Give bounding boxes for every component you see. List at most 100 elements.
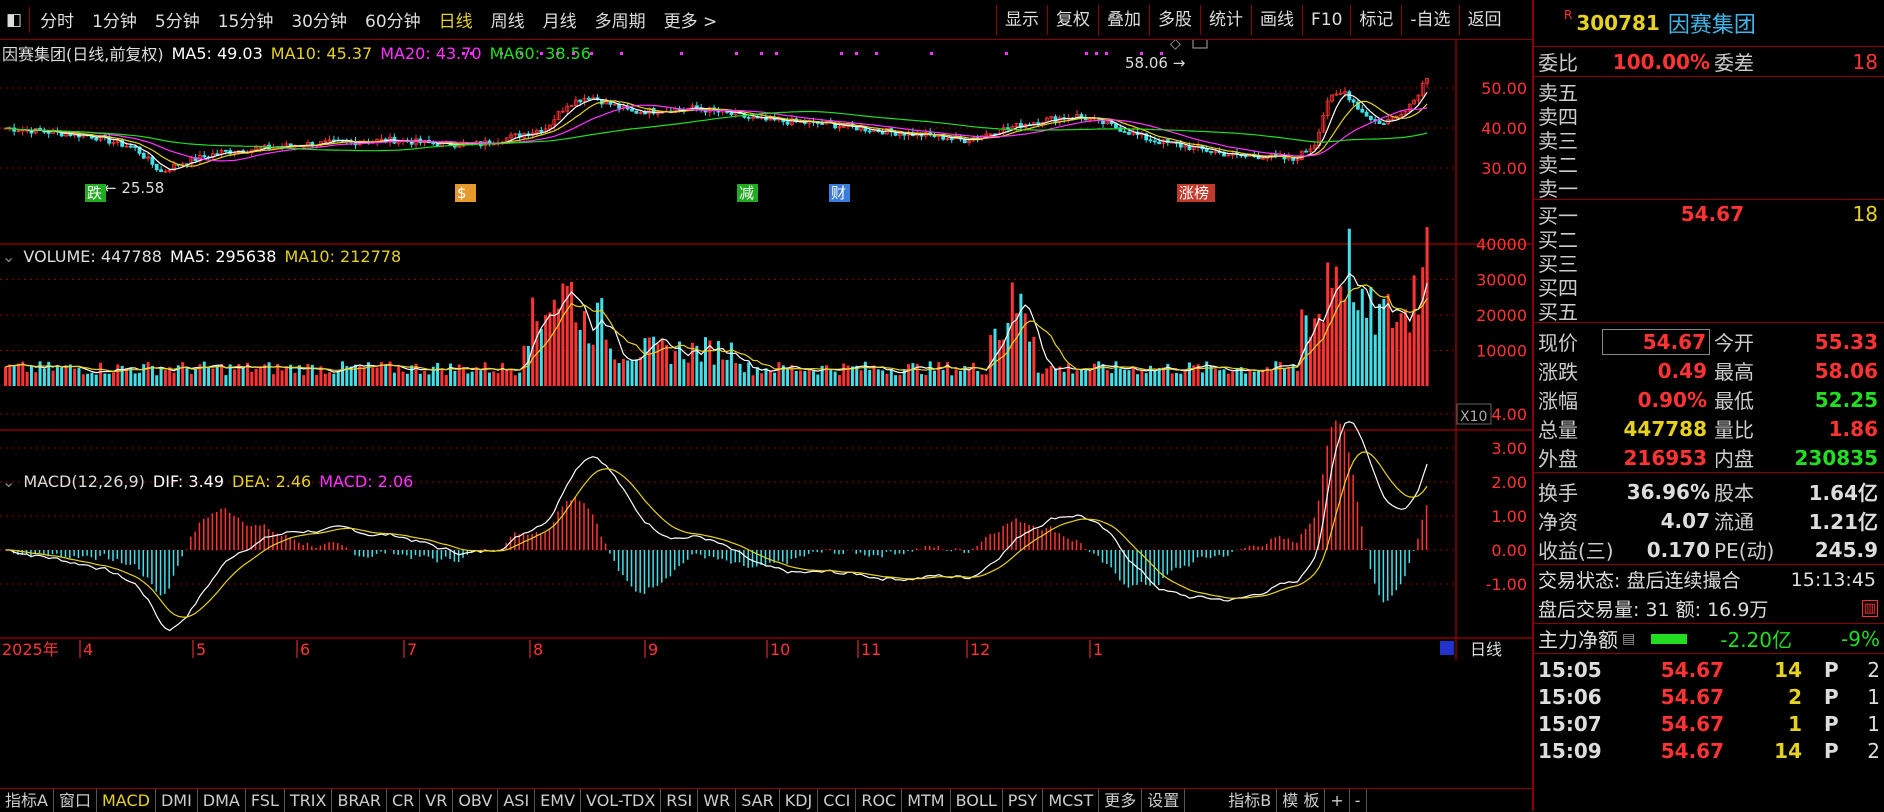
collapse-icon[interactable]: ⌄ xyxy=(2,247,15,266)
sells-row[interactable]: 卖三 xyxy=(1534,127,1884,153)
sells-row[interactable]: 卖五 xyxy=(1534,79,1884,105)
volume-tick: 10000 xyxy=(1476,342,1527,361)
chart-icon[interactable]: ▥ xyxy=(1861,600,1878,617)
volume-bar xyxy=(1075,370,1079,386)
indicator-tab-28[interactable]: + xyxy=(1325,788,1350,812)
period-tab-7[interactable]: 周线 xyxy=(482,7,534,32)
volume-bar xyxy=(133,373,137,386)
indicator-tab-4[interactable]: DMA xyxy=(198,788,246,812)
indicator-tab-19[interactable]: ROC xyxy=(856,788,903,812)
period-tab-8[interactable]: 月线 xyxy=(534,7,586,32)
toolbar-button-0[interactable]: 显示 xyxy=(996,5,1047,35)
indicator-tab-16[interactable]: SAR xyxy=(736,788,780,812)
menu-icon[interactable]: ◧ xyxy=(0,10,28,30)
indicator-tab-13[interactable]: VOL-TDX xyxy=(581,788,662,812)
indicator-tab-3[interactable]: DMI xyxy=(156,788,198,812)
volume-bar xyxy=(812,371,816,386)
toolbar-button-5[interactable]: 画线 xyxy=(1251,5,1302,35)
period-tab-4[interactable]: 30分钟 xyxy=(282,7,356,32)
indicator-tab-5[interactable]: FSL xyxy=(246,788,285,812)
period-tab-2[interactable]: 5分钟 xyxy=(146,7,209,32)
toolbar-button-6[interactable]: F10 xyxy=(1302,5,1350,35)
stat-label: 涨幅 xyxy=(1538,389,1578,413)
stat2-row: 换手 36.96% 股本 1.64亿 xyxy=(1534,477,1884,506)
indicator-tab-17[interactable]: KDJ xyxy=(780,788,819,812)
volume-bar xyxy=(1157,367,1161,386)
volume-bar xyxy=(1304,315,1308,386)
indicator-tab-9[interactable]: VR xyxy=(420,788,454,812)
volume-bar xyxy=(829,369,833,386)
volume-bar xyxy=(548,312,552,386)
period-tab-9[interactable]: 多周期 xyxy=(586,7,655,32)
toolbar-button-7[interactable]: 标记 xyxy=(1350,5,1401,35)
stat-label: PE(动) xyxy=(1714,539,1775,563)
stat-value: 0.90% xyxy=(1637,387,1707,412)
indicator-tab-25[interactable]: 设置 xyxy=(1142,788,1186,812)
volume-bar xyxy=(920,374,924,386)
chart-area[interactable]: 50.0040.0030.00400003000020000100004.003… xyxy=(0,40,1532,788)
volume-bar xyxy=(68,364,72,386)
stat-value: 230835 xyxy=(1794,445,1879,470)
macd-tick: 2.00 xyxy=(1491,473,1527,492)
indicator-tab-24[interactable]: 更多 xyxy=(1099,788,1143,812)
stat-label: 换手 xyxy=(1538,481,1578,505)
indicator-tab-14[interactable]: RSI xyxy=(661,788,699,812)
indicator-tab-26[interactable]: 指标B xyxy=(1223,788,1278,812)
volume-bar xyxy=(1356,310,1360,386)
toolbar-button-8[interactable]: -自选 xyxy=(1401,5,1458,35)
period-tab-0[interactable]: 分时 xyxy=(31,7,83,32)
indicator-tab-0[interactable]: 指标A xyxy=(0,788,54,812)
indicator-tab-10[interactable]: OBV xyxy=(453,788,499,812)
indicator-tab-6[interactable]: TRIX xyxy=(285,788,333,812)
candle-body xyxy=(223,149,228,152)
indicator-tab-11[interactable]: ASI xyxy=(498,788,536,812)
buys-row[interactable]: 买四 xyxy=(1534,274,1884,300)
toolbar-button-1[interactable]: 复权 xyxy=(1047,5,1098,35)
indicator-tab-22[interactable]: PSY xyxy=(1003,788,1044,812)
toolbar-button-9[interactable]: 返回 xyxy=(1458,5,1510,35)
sells-row[interactable]: 卖二 xyxy=(1534,151,1884,177)
stat-label: 总量 xyxy=(1538,418,1578,442)
indicator-tab-20[interactable]: MTM xyxy=(902,788,951,812)
indicator-tab-12[interactable]: EMV xyxy=(535,788,582,812)
sell-orders: 卖五 卖四 卖三 卖二 卖一 xyxy=(1534,77,1884,201)
indicator-tab-23[interactable]: MCST xyxy=(1043,788,1100,812)
indicator-tab-29[interactable]: - xyxy=(1350,788,1367,812)
period-tab-10[interactable]: 更多 > xyxy=(655,7,727,32)
period-tab-5[interactable]: 60分钟 xyxy=(356,7,430,32)
indicator-tab-8[interactable]: CR xyxy=(387,788,421,812)
buys-row[interactable]: 买五 xyxy=(1534,298,1884,324)
indicator-tab-7[interactable]: BRAR xyxy=(332,788,387,812)
period-tab-6[interactable]: 日线 xyxy=(430,7,482,32)
sells-row[interactable]: 卖一 xyxy=(1534,175,1884,201)
indicator-tab-18[interactable]: CCI xyxy=(818,788,857,812)
buys-row[interactable]: 买一 54.67 18 xyxy=(1534,202,1884,228)
toolbar-button-2[interactable]: 叠加 xyxy=(1098,5,1149,35)
volume-bar xyxy=(1213,368,1217,386)
sells-row[interactable]: 卖四 xyxy=(1534,103,1884,129)
volume-bar xyxy=(73,368,77,386)
volume-bar xyxy=(876,369,880,386)
buys-row[interactable]: 买二 xyxy=(1534,226,1884,252)
candle-body xyxy=(1204,148,1209,152)
period-tab-3[interactable]: 15分钟 xyxy=(209,7,283,32)
indicator-tab-27[interactable]: 模 板 xyxy=(1277,788,1326,812)
indicator-tab-21[interactable]: BOLL xyxy=(951,788,1003,812)
collapse-icon[interactable]: ⌄ xyxy=(2,472,15,491)
volume-bar xyxy=(328,372,332,386)
volume-bar xyxy=(539,328,543,386)
toolbar-button-4[interactable]: 统计 xyxy=(1200,5,1251,35)
menu-icon[interactable]: ▤ xyxy=(1622,631,1635,647)
indicator-tab-15[interactable]: WR xyxy=(698,788,737,812)
volume-bar xyxy=(99,362,103,386)
volume-bar xyxy=(1365,317,1369,386)
buys-row[interactable]: 买三 xyxy=(1534,250,1884,276)
indicator-tab-2[interactable]: MACD xyxy=(97,788,156,812)
tick-price: 54.67 xyxy=(1660,738,1724,763)
toolbar-button-3[interactable]: 多股 xyxy=(1149,5,1200,35)
indicator-tab-1[interactable]: 窗口 xyxy=(54,788,97,812)
period-tab-1[interactable]: 1分钟 xyxy=(83,7,146,32)
weicha-label: 委差 xyxy=(1714,51,1754,75)
volume-bar xyxy=(159,368,163,386)
volume-bar xyxy=(1386,293,1390,386)
